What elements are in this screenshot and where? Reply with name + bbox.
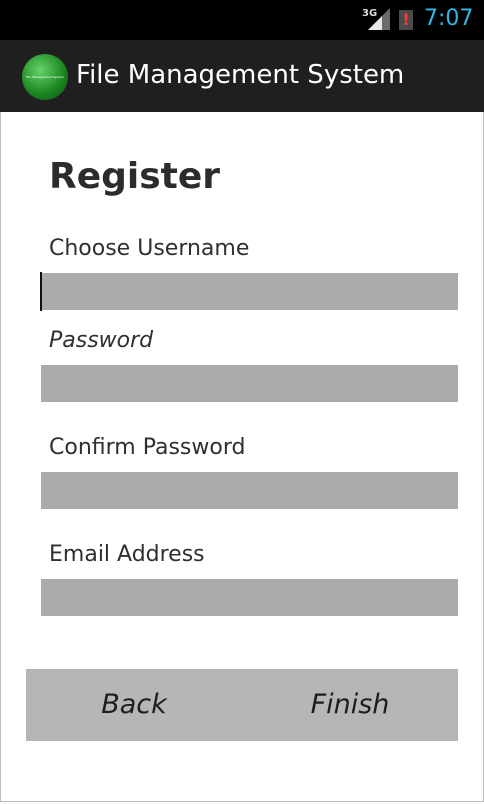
- password-input[interactable]: [41, 365, 458, 402]
- action-bar: File Management System File Management S…: [0, 40, 484, 112]
- status-bar: 3G ! 7:07: [0, 0, 484, 40]
- app-logo-text: File Management System: [26, 75, 64, 79]
- username-input[interactable]: [41, 273, 458, 310]
- email-label: Email Address: [49, 542, 205, 567]
- page-title: Register: [49, 156, 221, 197]
- confirm-password-input[interactable]: [41, 472, 458, 509]
- network-type: 3G: [362, 8, 378, 19]
- button-bar: Back Finish: [26, 669, 458, 741]
- confirm-password-label: Confirm Password: [49, 435, 246, 460]
- battery-alert-icon: !: [402, 10, 410, 29]
- email-input[interactable]: [41, 579, 458, 616]
- finish-button[interactable]: Finish: [242, 669, 458, 741]
- clock: 7:07: [424, 6, 474, 31]
- username-label: Choose Username: [49, 236, 250, 261]
- text-cursor: [40, 272, 42, 311]
- password-label: Password: [49, 328, 154, 353]
- app-logo-icon: File Management System: [22, 54, 68, 100]
- back-button[interactable]: Back: [26, 669, 242, 741]
- app-title: File Management System: [76, 60, 405, 90]
